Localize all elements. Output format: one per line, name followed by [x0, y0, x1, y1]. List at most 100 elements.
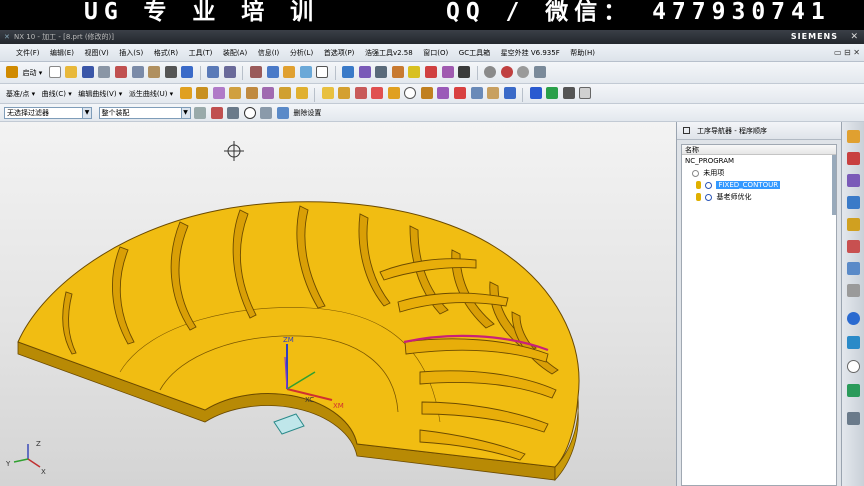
menu-xingkong-plugin[interactable]: 星空外挂 V6.935F	[497, 44, 564, 61]
system-materials-icon[interactable]	[847, 284, 860, 297]
ruler-icon[interactable]	[458, 66, 471, 78]
graphics-viewport[interactable]: ZM XC XM Z X Y	[0, 122, 676, 486]
type-filter-dropdown[interactable]: 无选择过滤器 ▼	[4, 107, 92, 119]
derived-curve-button[interactable]: 派生曲线(U) ▾	[128, 84, 176, 103]
menu-gc-toolkit[interactable]: GC工具箱	[455, 44, 494, 61]
menubar-window-controls[interactable]: ▭ ⊟ ✕	[834, 44, 860, 61]
part-model[interactable]: ZM XC XM Z X Y	[0, 122, 676, 486]
select-icon[interactable]	[299, 66, 312, 78]
sphere-icon[interactable]	[404, 87, 417, 99]
constraint-navigator-icon[interactable]	[847, 152, 860, 165]
menu-edit[interactable]: 编辑(E)	[46, 44, 78, 61]
filter-options-icon[interactable]	[260, 107, 273, 119]
cube-view-icon[interactable]	[266, 66, 279, 78]
column-header-name[interactable]: 名称	[682, 145, 836, 155]
grid-icon[interactable]	[375, 66, 388, 78]
history-icon[interactable]	[847, 262, 860, 275]
part-navigator-icon[interactable]	[847, 174, 860, 187]
render-icon[interactable]	[500, 66, 513, 78]
assembly-navigator-icon[interactable]	[847, 130, 860, 143]
tree-row-unused[interactable]: 未用项	[682, 167, 836, 179]
sidebar-extra-icon[interactable]	[847, 412, 860, 425]
chamfer-icon[interactable]	[229, 87, 242, 99]
subtract-icon[interactable]	[371, 87, 384, 99]
import-icon[interactable]	[529, 87, 542, 99]
new-icon[interactable]	[48, 66, 61, 78]
menu-view[interactable]: 视图(V)	[80, 44, 112, 61]
delete-icon[interactable]	[164, 66, 177, 78]
start-icon[interactable]	[6, 66, 18, 78]
edit-curve-button[interactable]: 编辑曲线(V) ▾	[77, 84, 125, 103]
menu-haoqiang-tools[interactable]: 浩强工具v2.58	[361, 44, 417, 61]
navigator-pin-icon[interactable]	[683, 127, 690, 134]
eye-icon[interactable]	[276, 107, 289, 119]
table-icon[interactable]	[579, 87, 592, 99]
sew-icon[interactable]	[487, 87, 500, 99]
split-icon[interactable]	[454, 87, 467, 99]
shell-icon[interactable]	[437, 87, 450, 99]
paste-icon[interactable]	[148, 66, 161, 78]
measure-icon[interactable]	[391, 66, 404, 78]
menu-assembly[interactable]: 装配(A)	[219, 44, 251, 61]
pattern-icon[interactable]	[262, 87, 275, 99]
menu-insert[interactable]: 插入(S)	[115, 44, 147, 61]
menu-tools[interactable]: 工具(T)	[185, 44, 217, 61]
window-close-button[interactable]: ✕	[850, 30, 858, 44]
web-browser-icon[interactable]	[847, 240, 860, 253]
pin-icon[interactable]	[441, 66, 454, 78]
block-icon[interactable]	[321, 87, 334, 99]
menu-help[interactable]: 帮助(H)	[566, 44, 599, 61]
rotate-icon[interactable]	[223, 66, 236, 78]
undo-icon[interactable]	[181, 66, 194, 78]
layer-icon[interactable]	[249, 66, 262, 78]
trim-icon[interactable]	[295, 87, 308, 99]
select-region-icon[interactable]	[227, 107, 240, 119]
save-icon[interactable]	[81, 66, 94, 78]
scope-filter-dropdown[interactable]: 整个装配 ▼	[98, 107, 191, 119]
hammer-icon[interactable]	[283, 66, 296, 78]
tree-row-fixed-contour[interactable]: FIXED_CONTOUR	[682, 179, 836, 191]
fit-view-icon[interactable]	[207, 66, 220, 78]
crosshair-icon[interactable]	[243, 107, 256, 119]
blend-icon[interactable]	[212, 87, 225, 99]
move-face-icon[interactable]	[470, 87, 483, 99]
extrude-icon[interactable]	[179, 87, 192, 99]
sync-icon[interactable]	[503, 87, 516, 99]
view-triad-icon[interactable]	[533, 66, 546, 78]
hole-icon[interactable]	[245, 87, 258, 99]
display-frame-icon[interactable]	[316, 66, 329, 78]
datum-point-button[interactable]: 基准/点 ▾	[0, 84, 38, 103]
navigator-scrollbar[interactable]	[832, 155, 836, 215]
snap-point-icon[interactable]	[210, 107, 223, 119]
reuse-library-icon[interactable]	[847, 196, 860, 209]
roles-icon[interactable]	[847, 360, 860, 373]
tree-row-teacher-optimize[interactable]: 基老师优化	[682, 191, 836, 203]
unite-icon[interactable]	[354, 87, 367, 99]
print-icon[interactable]	[98, 66, 111, 78]
copy-icon[interactable]	[131, 66, 144, 78]
cylinder-icon[interactable]	[338, 87, 351, 99]
intersect-icon[interactable]	[387, 87, 400, 99]
start-menu-button[interactable]: 启动 ▾	[22, 62, 46, 83]
system-scenes-icon[interactable]	[847, 384, 860, 397]
menu-preferences[interactable]: 首选项(P)	[320, 44, 359, 61]
export-icon[interactable]	[546, 87, 559, 99]
offset-icon[interactable]	[279, 87, 291, 99]
draft-icon[interactable]	[420, 87, 433, 99]
menu-information[interactable]: 信息(I)	[254, 44, 284, 61]
revolve-icon[interactable]	[196, 87, 209, 99]
curve-button[interactable]: 曲线(C) ▾	[41, 84, 75, 103]
open-icon[interactable]	[65, 66, 78, 78]
menu-file[interactable]: 文件(F)	[0, 44, 44, 61]
delete-setting-button[interactable]: 删除设置	[292, 104, 324, 121]
menu-analysis[interactable]: 分析(L)	[286, 44, 317, 61]
menu-window[interactable]: 窗口(O)	[419, 44, 452, 61]
datum-plane-icon[interactable]	[273, 413, 305, 435]
hd3d-icon[interactable]	[847, 218, 860, 231]
wireframe-icon[interactable]	[517, 66, 530, 78]
highlight-icon[interactable]	[408, 66, 421, 78]
mirror-icon[interactable]	[562, 87, 575, 99]
orient-icon[interactable]	[342, 66, 355, 78]
manufacturing-wizard-icon[interactable]	[847, 336, 860, 349]
general-selection-icon[interactable]	[194, 107, 207, 119]
